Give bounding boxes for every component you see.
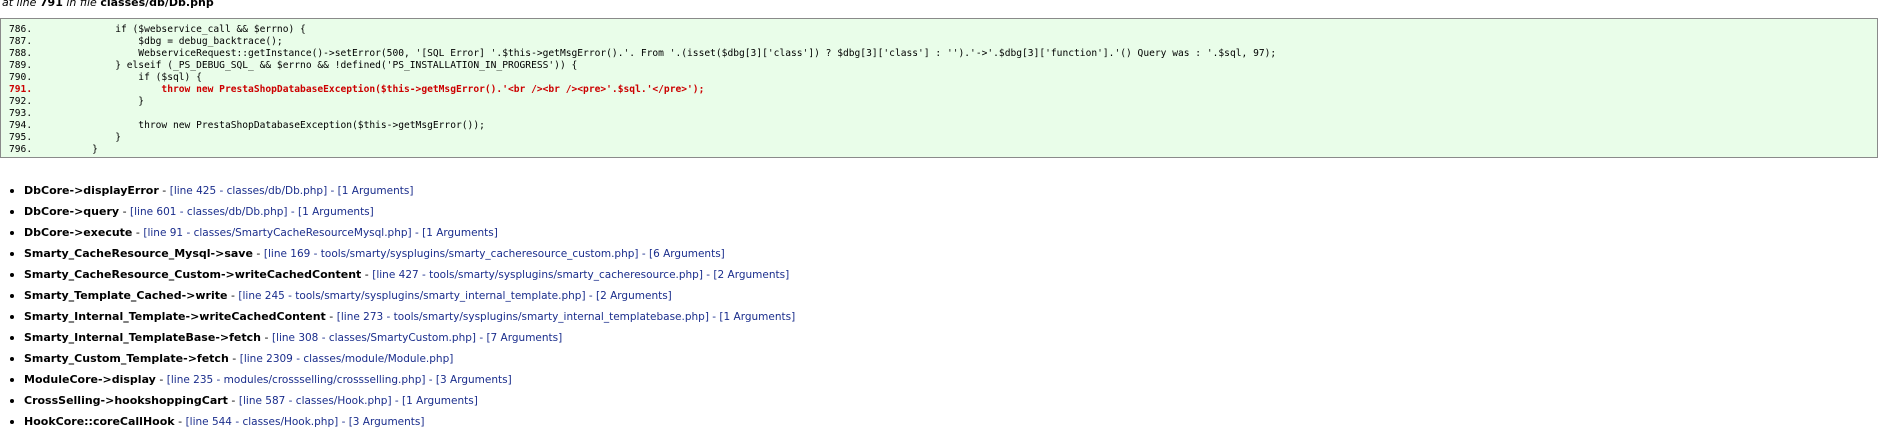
code-line: 792. } [9,96,144,107]
line-number: 787. [9,36,33,47]
trace-item: Smarty_Custom_Template->fetch - [line 23… [9,352,454,366]
trace-separator: - [174,415,186,428]
line-number: 794. [9,120,33,131]
trace-item: ModuleCore->display - [line 235 - module… [10,373,512,387]
trace-item: DbCore->query - [line 601 - classes/db/D… [10,205,374,219]
line-number: 792. [9,96,33,107]
trace-item: Smarty_CacheResource_Custom->writeCached… [9,268,789,282]
line-code: } elseif (_PS_DEBUG_SQL_ && $errno && !d… [69,60,578,71]
trace-details-link[interactable]: [line 601 - classes/db/Db.php] - [1 Argu… [130,206,374,218]
trace-separator: - [325,310,337,323]
trace-separator: - [260,331,272,344]
trace-function: DbCore->query [24,205,120,218]
trace-function: DbCore->execute [24,226,133,239]
line-number: 789. [9,60,33,71]
line-code: throw new PrestaShopDatabaseException($t… [69,120,485,131]
line-number: 795. [9,132,33,143]
trace-item: HookCore::coreCallHook - [line 544 - cla… [9,415,425,429]
trace-separator: - [155,373,167,386]
trace-item: Smarty_CacheResource_Mysql->save - [line… [10,247,725,261]
line-code: } [69,144,98,155]
line-code: } [69,132,121,143]
trace-function: Smarty_Custom_Template->fetch [24,352,229,365]
trace-item: Smarty_Internal_Template->writeCachedCon… [9,310,795,324]
line-code: } [69,96,145,107]
trace-details-link[interactable]: [line 544 - classes/Hook.php] - [3 Argum… [186,416,425,428]
line-number: 786. [9,24,33,35]
code-line: 788. WebserviceRequest::getInstance()->s… [9,48,1276,59]
location-mid: in file [62,0,101,9]
trace-separator: - [228,352,240,365]
trace-item: Smarty_Template_Cached->write - [line 24… [10,289,672,303]
line-code: throw new PrestaShopDatabaseException($t… [69,84,705,95]
location-prefix: at line [2,0,40,9]
trace-function: Smarty_Template_Cached->write [24,289,228,302]
line-code: if ($sql) { [69,72,202,83]
trace-separator: - [361,268,373,281]
trace-function: HookCore::coreCallHook [24,415,175,428]
trace-details-link[interactable]: [line 427 - tools/smarty/sysplugins/smar… [372,269,789,281]
line-number: 790. [9,72,33,83]
code-line: 793. [9,108,69,119]
line-code: $dbg = debug_backtrace(); [69,36,283,47]
trace-function: CrossSelling->hookshoppingCart [24,394,228,407]
trace-details-link[interactable]: [line 235 - modules/crossselling/crossse… [167,374,512,386]
trace-separator: - [252,247,264,260]
location-line: 791 [39,0,63,9]
trace-separator: - [119,205,131,218]
trace-separator: - [227,394,239,407]
trace-item: DbCore->displayError - [line 425 - class… [9,184,414,198]
trace-details-link[interactable]: [line 2309 - classes/module/Module.php] [240,353,454,365]
code-line: 786. if ($webservice_call && $errno) { [9,24,306,35]
code-excerpt: 786. if ($webservice_call && $errno) { 7… [0,18,1878,158]
line-number: 791. [9,84,33,95]
trace-details-link[interactable]: [line 91 - classes/SmartyCacheResourceMy… [143,227,498,239]
code-line: 790. if ($sql) { [9,72,202,83]
trace-details-link[interactable]: [line 273 - tools/smarty/sysplugins/smar… [337,311,795,323]
code-line: 787. $dbg = debug_backtrace(); [9,36,283,47]
trace-separator: - [132,226,144,239]
trace-item: Smarty_Internal_TemplateBase->fetch - [l… [9,331,562,345]
code-line: 794. throw new PrestaShopDatabaseExcepti… [9,120,485,131]
trace-separator: - [158,184,170,197]
trace-function: Smarty_CacheResource_Mysql->save [24,247,253,260]
line-number: 796. [9,144,33,155]
code-line: 789. } elseif (_PS_DEBUG_SQL_ && $errno … [9,60,577,71]
line-number: 793. [9,108,33,119]
error-location: at line 791 in file classes/db/Db.php [2,0,214,9]
trace-function: Smarty_Internal_TemplateBase->fetch [24,331,261,344]
trace-function: ModuleCore->display [24,373,156,386]
location-file: classes/db/Db.php [100,0,214,9]
code-line: 795. } [9,132,121,143]
code-line-highlighted: 791. throw new PrestaShopDatabaseExcepti… [9,84,704,95]
trace-details-link[interactable]: [line 587 - classes/Hook.php] - [1 Argum… [239,395,478,407]
line-code: if ($webservice_call && $errno) { [69,24,306,35]
line-number: 788. [9,48,33,59]
trace-item: DbCore->execute - [line 91 - classes/Sma… [10,226,498,240]
trace-function: DbCore->displayError [24,184,159,197]
code-line: 796. } [9,144,98,155]
line-code: WebserviceRequest::getInstance()->setErr… [69,48,1277,59]
trace-details-link[interactable]: [line 308 - classes/SmartyCustom.php] - … [272,332,562,344]
trace-details-link[interactable]: [line 245 - tools/smarty/sysplugins/smar… [238,290,671,302]
trace-separator: - [227,289,239,302]
trace-details-link[interactable]: [line 169 - tools/smarty/sysplugins/smar… [264,248,725,260]
trace-function: Smarty_Internal_Template->writeCachedCon… [24,310,326,323]
trace-item: CrossSelling->hookshoppingCart - [line 5… [10,394,478,408]
trace-function: Smarty_CacheResource_Custom->writeCached… [24,268,362,281]
trace-details-link[interactable]: [line 425 - classes/db/Db.php] - [1 Argu… [170,185,414,197]
